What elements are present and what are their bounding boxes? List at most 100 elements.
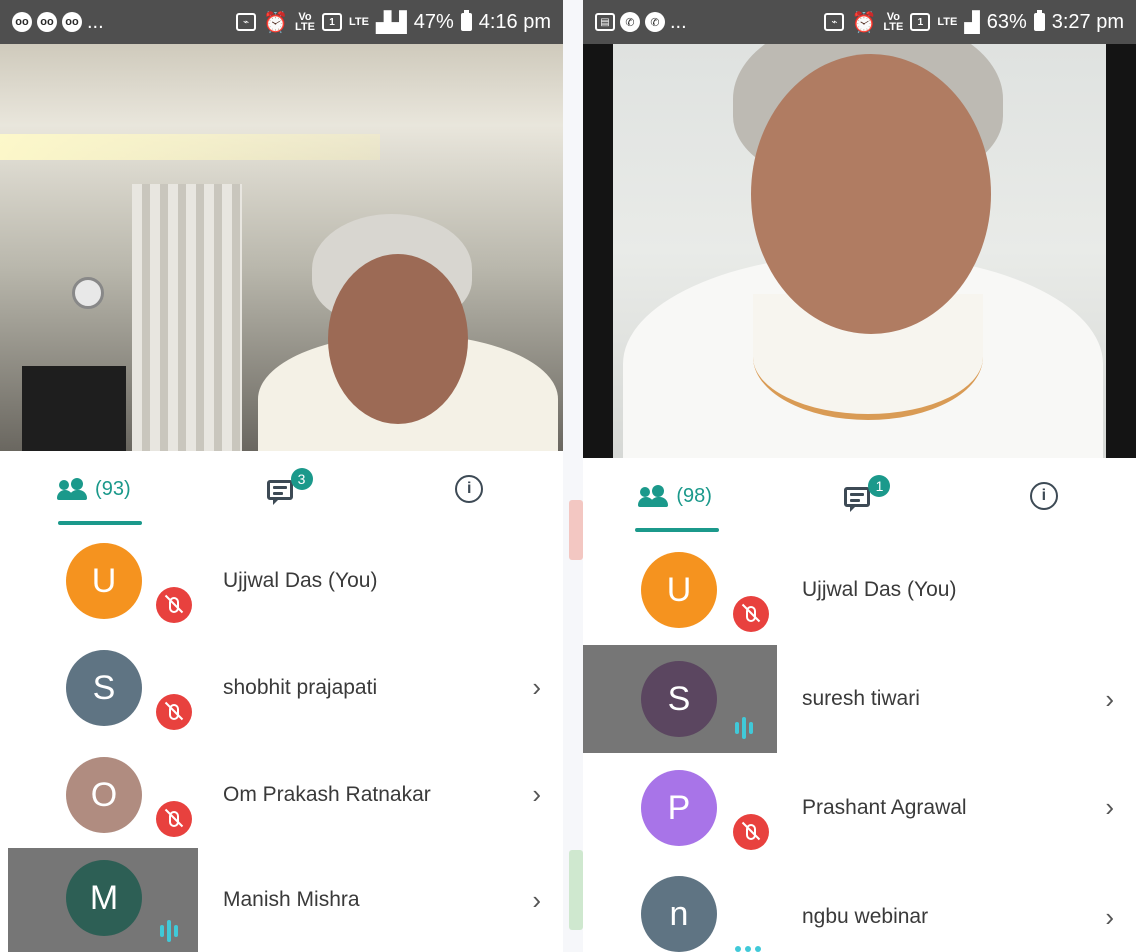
avatar: S bbox=[641, 661, 717, 737]
chevron-right-icon[interactable]: › bbox=[1105, 645, 1114, 753]
video-letterbox bbox=[1106, 44, 1136, 458]
muted-mic-icon bbox=[156, 694, 192, 730]
status-notifications: ▤ ✆ ✆ ... bbox=[595, 11, 687, 34]
speaking-indicator-icon bbox=[735, 717, 753, 739]
lte-icon: LTE bbox=[348, 16, 369, 28]
muted-mic-icon bbox=[733, 596, 769, 632]
tab-chat[interactable]: 3 bbox=[188, 453, 376, 525]
chat-icon: 3 bbox=[266, 468, 313, 505]
status-bar: oo oo oo ... ⌁ ⏰ Vo LTE 1 LTE ▟▟ 47% 4:16… bbox=[0, 0, 563, 44]
participant-row[interactable]: S suresh tiwari › bbox=[583, 645, 1136, 753]
signal-icon: ▟▟ bbox=[375, 11, 407, 34]
chevron-right-icon[interactable]: › bbox=[532, 634, 541, 741]
participant-name: suresh tiwari bbox=[802, 687, 920, 710]
battery-icon bbox=[1033, 10, 1045, 31]
status-system: ⌁ ⏰ Vo LTE 1 LTE ▟ 63% 3:27 pm bbox=[824, 10, 1124, 35]
avatar: M bbox=[66, 860, 142, 936]
participant-row[interactable]: M Manish Mishra › bbox=[0, 848, 563, 952]
speaking-indicator-icon bbox=[160, 920, 178, 942]
lte-icon: LTE bbox=[937, 16, 958, 28]
whatsapp-icon: ✆ bbox=[620, 12, 640, 32]
chevron-right-icon[interactable]: › bbox=[1105, 862, 1114, 952]
chat-unread-badge: 1 bbox=[868, 475, 891, 497]
left-screenshot: oo oo oo ... ⌁ ⏰ Vo LTE 1 LTE ▟▟ 47% 4:16… bbox=[0, 0, 563, 952]
tab-info[interactable]: i bbox=[952, 460, 1136, 532]
phone-icon: ✆ bbox=[645, 12, 665, 32]
more-notifications: ... bbox=[670, 10, 687, 33]
chevron-right-icon[interactable]: › bbox=[532, 848, 541, 952]
active-tab-indicator bbox=[58, 521, 142, 525]
participant-row[interactable]: S shobhit prajapati › bbox=[0, 634, 563, 741]
battery-percent: 63% bbox=[986, 10, 1027, 33]
notification-icon: oo bbox=[37, 12, 57, 32]
avatar: O bbox=[66, 757, 142, 833]
battery-percent: 47% bbox=[413, 10, 454, 33]
avatar-cell: U bbox=[583, 536, 777, 643]
avatar: S bbox=[66, 650, 142, 726]
video-letterbox bbox=[583, 44, 613, 458]
info-icon: i bbox=[1029, 482, 1058, 510]
tab-participants[interactable]: (98) bbox=[583, 460, 767, 532]
volte-icon: Vo LTE bbox=[295, 11, 315, 33]
participant-name: Ujjwal Das (You) bbox=[802, 577, 957, 601]
chevron-right-icon[interactable]: › bbox=[1105, 754, 1114, 861]
avatar-cell: O bbox=[8, 741, 198, 848]
volte-icon: Vo LTE bbox=[883, 11, 904, 33]
participant-row[interactable]: O Om Prakash Ratnakar › bbox=[0, 741, 563, 848]
tab-chat[interactable]: 1 bbox=[767, 460, 951, 532]
more-notifications: ... bbox=[87, 10, 104, 33]
info-icon: i bbox=[455, 475, 484, 503]
avatar-cell: M bbox=[8, 848, 198, 952]
participant-row[interactable]: U Ujjwal Das (You) bbox=[583, 536, 1136, 643]
notification-icon: oo bbox=[62, 12, 82, 32]
meeting-tabs: (93) 3 i bbox=[0, 453, 563, 525]
video-background bbox=[72, 277, 104, 309]
people-icon bbox=[57, 478, 88, 500]
tab-participants[interactable]: (93) bbox=[0, 453, 188, 525]
participant-row[interactable]: n ngbu webinar › bbox=[583, 862, 1136, 952]
avatar: P bbox=[641, 770, 717, 846]
participant-row[interactable]: U Ujjwal Das (You) bbox=[0, 527, 563, 634]
cast-icon: ⌁ bbox=[236, 13, 257, 31]
people-icon bbox=[638, 485, 669, 507]
clock: 3:27 pm bbox=[1051, 10, 1124, 33]
status-system: ⌁ ⏰ Vo LTE 1 LTE ▟▟ 47% 4:16 pm bbox=[236, 10, 551, 35]
speaker-figure bbox=[328, 254, 468, 424]
avatar: n bbox=[641, 876, 717, 952]
video-feed[interactable] bbox=[583, 44, 1136, 458]
avatar-cell: P bbox=[583, 754, 777, 861]
speaker-figure bbox=[751, 54, 991, 334]
alarm-icon: ⏰ bbox=[851, 11, 877, 34]
notification-icon: oo bbox=[12, 12, 32, 32]
typing-indicator-icon bbox=[735, 946, 761, 952]
participant-name: Manish Mishra bbox=[223, 888, 360, 911]
participant-row[interactable]: P Prashant Agrawal › bbox=[583, 754, 1136, 861]
avatar-cell: U bbox=[8, 527, 198, 634]
muted-mic-icon bbox=[733, 814, 769, 850]
chat-icon: 1 bbox=[844, 475, 891, 512]
participant-name: shobhit prajapati bbox=[223, 675, 378, 699]
muted-mic-icon bbox=[156, 587, 192, 623]
sd-card-icon: ▤ bbox=[595, 13, 615, 31]
participant-count: (93) bbox=[95, 477, 131, 500]
clock: 4:16 pm bbox=[478, 10, 551, 33]
right-screenshot: ▤ ✆ ✆ ... ⌁ ⏰ VoLTE 1 LTE ▟ 63% 3:27 pm bbox=[583, 0, 1136, 952]
battery-icon bbox=[460, 10, 472, 31]
status-notifications: oo oo oo ... bbox=[12, 11, 104, 34]
video-feed[interactable] bbox=[0, 44, 563, 451]
sim-icon: 1 bbox=[321, 13, 342, 31]
cast-icon: ⌁ bbox=[824, 13, 845, 31]
chevron-right-icon[interactable]: › bbox=[532, 741, 541, 848]
avatar-cell: n bbox=[583, 862, 777, 952]
avatar: U bbox=[66, 543, 142, 619]
participant-name: Ujjwal Das (You) bbox=[223, 568, 378, 592]
muted-mic-icon bbox=[156, 801, 192, 837]
tab-info[interactable]: i bbox=[375, 453, 563, 525]
participant-count: (98) bbox=[676, 484, 712, 507]
meeting-tabs: (98) 1 i bbox=[583, 460, 1136, 532]
chat-unread-badge: 3 bbox=[290, 468, 313, 490]
video-background bbox=[22, 366, 126, 451]
video-background bbox=[0, 134, 380, 160]
participant-name: ngbu webinar bbox=[802, 905, 929, 928]
sim-icon: 1 bbox=[910, 13, 931, 31]
